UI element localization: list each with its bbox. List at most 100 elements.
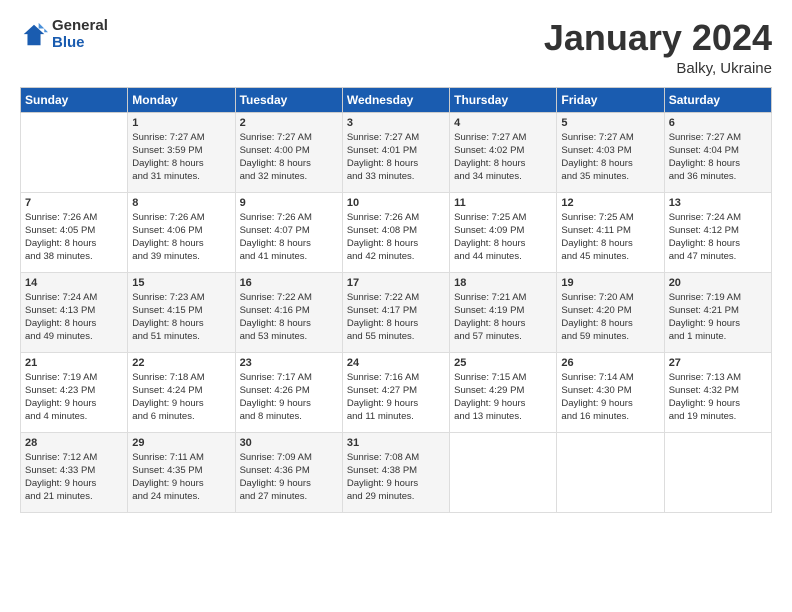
day-info: Sunrise: 7:14 AMSunset: 4:30 PMDaylight:… — [561, 371, 659, 424]
day-cell: 14 Sunrise: 7:24 AMSunset: 4:13 PMDayligh… — [21, 272, 128, 352]
day-number: 25 — [454, 357, 552, 369]
day-cell: 29Sunrise: 7:11 AMSunset: 4:35 PMDayligh… — [128, 432, 235, 512]
day-info: Sunrise: 7:15 AMSunset: 4:29 PMDaylight:… — [454, 371, 552, 424]
day-number: 10 — [347, 197, 445, 209]
day-number: 17 — [347, 277, 445, 289]
day-info: Sunrise: 7:27 AMSunset: 4:01 PMDaylight:… — [347, 131, 445, 184]
day-number: 6 — [669, 117, 767, 129]
day-cell: 28Sunrise: 7:12 AMSunset: 4:33 PMDayligh… — [21, 432, 128, 512]
day-cell: 4 Sunrise: 7:27 AMSunset: 4:02 PMDaylight… — [450, 112, 557, 192]
day-cell: 2 Sunrise: 7:27 AMSunset: 4:00 PMDaylight… — [235, 112, 342, 192]
day-number: 28 — [25, 437, 123, 449]
day-cell — [664, 432, 771, 512]
day-cell: 22 Sunrise: 7:18 AMSunset: 4:24 PMDayligh… — [128, 352, 235, 432]
day-cell: 1 Sunrise: 7:27 AMSunset: 3:59 PMDaylight… — [128, 112, 235, 192]
day-cell: 9Sunrise: 7:26 AMSunset: 4:07 PMDaylight… — [235, 192, 342, 272]
day-number: 3 — [347, 117, 445, 129]
day-cell: 7 Sunrise: 7:26 AMSunset: 4:05 PMDaylight… — [21, 192, 128, 272]
title-block: January 2024 Balky, Ukraine — [544, 18, 772, 77]
col-monday: Monday — [128, 87, 235, 112]
logo: General Blue — [20, 18, 108, 51]
col-friday: Friday — [557, 87, 664, 112]
day-number: 1 — [132, 117, 230, 129]
day-number: 18 — [454, 277, 552, 289]
day-info: Sunrise: 7:11 AMSunset: 4:35 PMDaylight:… — [132, 451, 230, 504]
col-sunday: Sunday — [21, 87, 128, 112]
col-tuesday: Tuesday — [235, 87, 342, 112]
week-row-3: 14 Sunrise: 7:24 AMSunset: 4:13 PMDayligh… — [21, 272, 772, 352]
day-info: Sunrise: 7:24 AMSunset: 4:13 PMDaylight:… — [25, 291, 123, 344]
day-info: Sunrise: 7:26 AMSunset: 4:08 PMDaylight:… — [347, 211, 445, 264]
day-info: Sunrise: 7:25 AMSunset: 4:11 PMDaylight:… — [561, 211, 659, 264]
week-row-2: 7 Sunrise: 7:26 AMSunset: 4:05 PMDaylight… — [21, 192, 772, 272]
col-saturday: Saturday — [664, 87, 771, 112]
day-cell — [450, 432, 557, 512]
day-cell: 15 Sunrise: 7:23 AMSunset: 4:15 PMDayligh… — [128, 272, 235, 352]
day-cell: 10 Sunrise: 7:26 AMSunset: 4:08 PMDayligh… — [342, 192, 449, 272]
day-info: Sunrise: 7:13 AMSunset: 4:32 PMDaylight:… — [669, 371, 767, 424]
calendar-table: Sunday Monday Tuesday Wednesday Thursday… — [20, 87, 772, 513]
day-info: Sunrise: 7:20 AMSunset: 4:20 PMDaylight:… — [561, 291, 659, 344]
subtitle: Balky, Ukraine — [544, 60, 772, 77]
day-cell: 17Sunrise: 7:22 AMSunset: 4:17 PMDayligh… — [342, 272, 449, 352]
day-info: Sunrise: 7:26 AMSunset: 4:06 PMDaylight:… — [132, 211, 230, 264]
week-row-5: 28Sunrise: 7:12 AMSunset: 4:33 PMDayligh… — [21, 432, 772, 512]
main-title: January 2024 — [544, 18, 772, 58]
day-info: Sunrise: 7:23 AMSunset: 4:15 PMDaylight:… — [132, 291, 230, 344]
day-info: Sunrise: 7:16 AMSunset: 4:27 PMDaylight:… — [347, 371, 445, 424]
day-cell: 16Sunrise: 7:22 AMSunset: 4:16 PMDayligh… — [235, 272, 342, 352]
day-cell: 20Sunrise: 7:19 AMSunset: 4:21 PMDayligh… — [664, 272, 771, 352]
day-number: 22 — [132, 357, 230, 369]
day-cell: 23 Sunrise: 7:17 AMSunset: 4:26 PMDayligh… — [235, 352, 342, 432]
day-number: 4 — [454, 117, 552, 129]
day-cell: 18 Sunrise: 7:21 AMSunset: 4:19 PMDayligh… — [450, 272, 557, 352]
day-info: Sunrise: 7:08 AMSunset: 4:38 PMDaylight:… — [347, 451, 445, 504]
day-info: Sunrise: 7:25 AMSunset: 4:09 PMDaylight:… — [454, 211, 552, 264]
day-number: 14 — [25, 277, 123, 289]
day-number: 11 — [454, 197, 552, 209]
day-info: Sunrise: 7:26 AMSunset: 4:05 PMDaylight:… — [25, 211, 123, 264]
day-cell: 13 Sunrise: 7:24 AMSunset: 4:12 PMDayligh… — [664, 192, 771, 272]
day-number: 8 — [132, 197, 230, 209]
day-number: 7 — [25, 197, 123, 209]
day-info: Sunrise: 7:27 AMSunset: 3:59 PMDaylight:… — [132, 131, 230, 184]
day-number: 5 — [561, 117, 659, 129]
day-info: Sunrise: 7:17 AMSunset: 4:26 PMDaylight:… — [240, 371, 338, 424]
day-info: Sunrise: 7:27 AMSunset: 4:04 PMDaylight:… — [669, 131, 767, 184]
day-info: Sunrise: 7:27 AMSunset: 4:00 PMDaylight:… — [240, 131, 338, 184]
day-info: Sunrise: 7:09 AMSunset: 4:36 PMDaylight:… — [240, 451, 338, 504]
header: General Blue January 2024 Balky, Ukraine — [20, 18, 772, 77]
day-number: 20 — [669, 277, 767, 289]
day-cell: 6 Sunrise: 7:27 AMSunset: 4:04 PMDaylight… — [664, 112, 771, 192]
day-cell: 19Sunrise: 7:20 AMSunset: 4:20 PMDayligh… — [557, 272, 664, 352]
day-cell: 27 Sunrise: 7:13 AMSunset: 4:32 PMDayligh… — [664, 352, 771, 432]
day-info: Sunrise: 7:19 AMSunset: 4:23 PMDaylight:… — [25, 371, 123, 424]
day-cell: 8 Sunrise: 7:26 AMSunset: 4:06 PMDaylight… — [128, 192, 235, 272]
logo-blue: Blue — [52, 35, 108, 52]
day-number: 13 — [669, 197, 767, 209]
day-info: Sunrise: 7:27 AMSunset: 4:02 PMDaylight:… — [454, 131, 552, 184]
day-cell: 25 Sunrise: 7:15 AMSunset: 4:29 PMDayligh… — [450, 352, 557, 432]
day-info: Sunrise: 7:21 AMSunset: 4:19 PMDaylight:… — [454, 291, 552, 344]
day-number: 16 — [240, 277, 338, 289]
day-info: Sunrise: 7:18 AMSunset: 4:24 PMDaylight:… — [132, 371, 230, 424]
logo-text: General Blue — [52, 18, 108, 51]
header-row: Sunday Monday Tuesday Wednesday Thursday… — [21, 87, 772, 112]
day-number: 27 — [669, 357, 767, 369]
day-cell: 31 Sunrise: 7:08 AMSunset: 4:38 PMDayligh… — [342, 432, 449, 512]
day-number: 23 — [240, 357, 338, 369]
day-number: 24 — [347, 357, 445, 369]
col-wednesday: Wednesday — [342, 87, 449, 112]
day-number: 15 — [132, 277, 230, 289]
day-cell: 5 Sunrise: 7:27 AMSunset: 4:03 PMDaylight… — [557, 112, 664, 192]
day-info: Sunrise: 7:24 AMSunset: 4:12 PMDaylight:… — [669, 211, 767, 264]
day-number: 31 — [347, 437, 445, 449]
day-cell: 24 Sunrise: 7:16 AMSunset: 4:27 PMDayligh… — [342, 352, 449, 432]
col-thursday: Thursday — [450, 87, 557, 112]
day-cell — [557, 432, 664, 512]
day-cell: 26Sunrise: 7:14 AMSunset: 4:30 PMDayligh… — [557, 352, 664, 432]
day-cell: 3 Sunrise: 7:27 AMSunset: 4:01 PMDaylight… — [342, 112, 449, 192]
logo-general: General — [52, 18, 108, 35]
day-info: Sunrise: 7:27 AMSunset: 4:03 PMDaylight:… — [561, 131, 659, 184]
day-number: 2 — [240, 117, 338, 129]
